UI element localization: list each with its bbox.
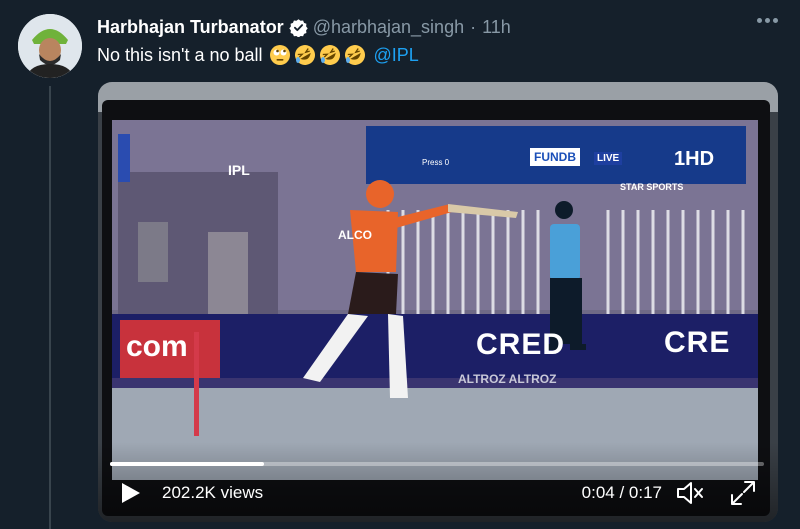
tweet-timestamp[interactable]: 11h xyxy=(482,15,511,39)
tweet-text: No this isn't a no ball @IPL xyxy=(97,42,419,68)
more-options-icon[interactable] xyxy=(757,18,778,23)
separator-dot: · xyxy=(470,17,477,37)
avatar-image xyxy=(18,14,82,78)
play-icon[interactable] xyxy=(120,481,142,505)
avatar[interactable] xyxy=(18,14,82,78)
author-name[interactable]: Harbhajan Turbanator xyxy=(97,15,284,39)
author-handle[interactable]: @harbhajan_singh xyxy=(313,15,464,39)
verified-badge-icon xyxy=(289,18,308,37)
progress-fill xyxy=(110,462,264,466)
video-controls: 202.2K views 0:04 / 0:17 xyxy=(98,442,778,522)
tweet-body: No this isn't a no ball xyxy=(97,45,263,65)
video-player[interactable]: IPL Press 0 FUNDB LIVE 1HD STAR SPORTS C… xyxy=(98,82,778,522)
thread-line xyxy=(49,86,51,529)
view-count: 202.2K views xyxy=(162,483,264,502)
video-time: 0:04 / 0:17 xyxy=(581,483,662,502)
rofl-emoji-icon xyxy=(344,44,366,66)
progress-bar[interactable] xyxy=(110,462,764,466)
fullscreen-icon[interactable] xyxy=(730,480,756,506)
rofl-emoji-icon xyxy=(294,44,316,66)
rofl-emoji-icon xyxy=(319,44,341,66)
mention-link[interactable]: @IPL xyxy=(374,42,419,68)
tweet-header: Harbhajan Turbanator @harbhajan_singh · … xyxy=(97,15,740,39)
rolling-eyes-emoji-icon xyxy=(269,44,291,66)
volume-icon[interactable] xyxy=(676,480,706,506)
